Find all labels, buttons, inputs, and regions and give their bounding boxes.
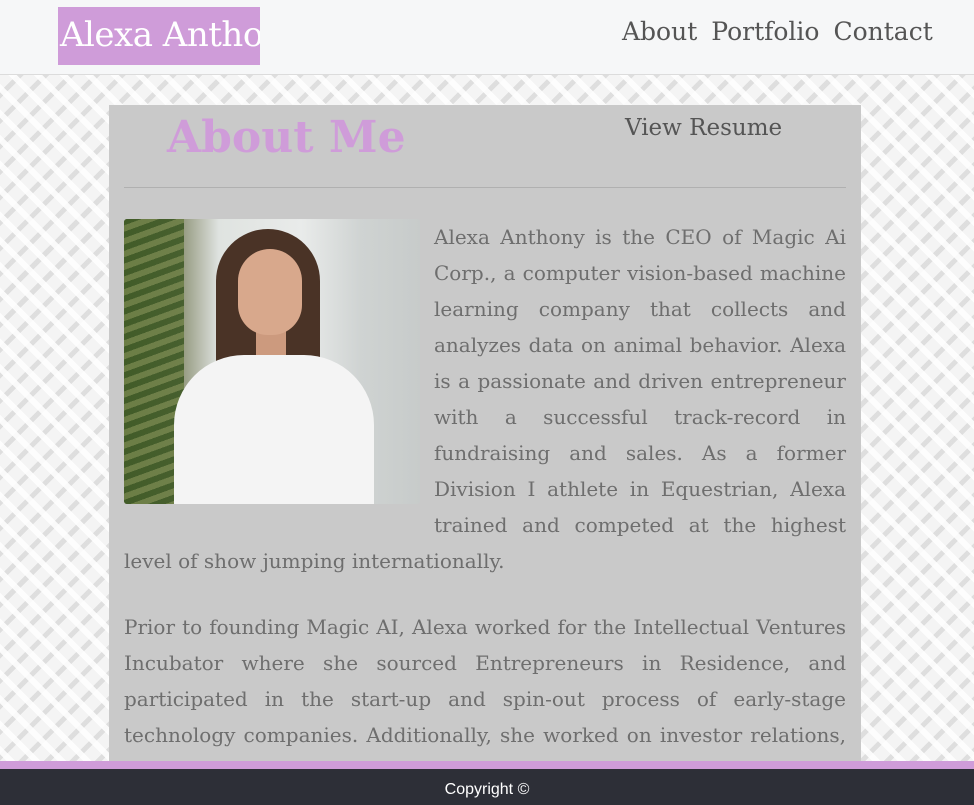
about-card: About Me View Resume Alexa Anthony is th… <box>109 105 861 765</box>
page-title: About Me <box>167 112 406 163</box>
bio-text: Alexa Anthony is the CEO of Magic Ai Cor… <box>124 219 846 765</box>
nav-links: About Portfolio Contact <box>622 14 947 50</box>
navbar: Alexa Anthony About Portfolio Contact <box>0 0 974 75</box>
brand-logo-link[interactable]: Alexa Anthony <box>58 7 260 65</box>
portrait-shirt <box>174 355 374 504</box>
view-resume-link[interactable]: View Resume <box>625 111 782 145</box>
portrait-photo <box>124 219 420 504</box>
nav-link-portfolio[interactable]: Portfolio <box>711 14 819 50</box>
nav-link-about[interactable]: About <box>622 14 697 50</box>
footer-accent-band <box>0 761 974 769</box>
copyright-text: Copyright © <box>444 781 530 798</box>
nav-link-contact[interactable]: Contact <box>833 14 932 50</box>
footer: Copyright © <box>0 769 974 805</box>
bio-paragraph-2: Prior to founding Magic AI, Alexa worked… <box>124 615 846 765</box>
divider <box>124 187 846 188</box>
portrait-face <box>238 249 302 335</box>
